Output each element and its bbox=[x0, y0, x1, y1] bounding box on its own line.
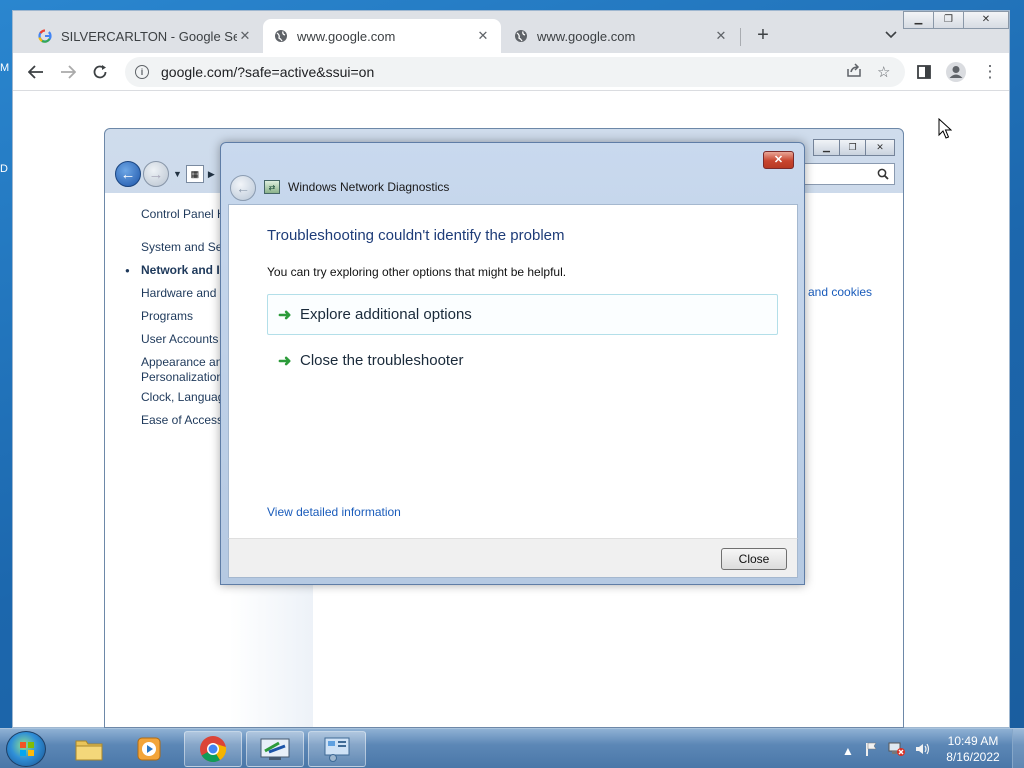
cookies-link[interactable]: and cookies bbox=[808, 285, 872, 299]
tab-close-icon[interactable]: ✕ bbox=[713, 28, 729, 44]
sidebar-item-user-accounts[interactable]: User Accounts bbox=[141, 332, 221, 347]
share-icon[interactable] bbox=[847, 63, 862, 81]
breadcrumb-arrow-icon[interactable]: ▶ bbox=[208, 169, 215, 180]
control-panel-icon[interactable] bbox=[308, 731, 366, 767]
control-panel-icon: ▦ bbox=[185, 165, 204, 183]
maximize-button[interactable]: ❐ bbox=[839, 139, 866, 156]
bookmark-star-icon[interactable]: ☆ bbox=[877, 63, 890, 81]
dialog-close-button[interactable]: ✕ bbox=[763, 151, 794, 169]
selected-bullet-icon: ● bbox=[125, 266, 130, 275]
profile-avatar-icon[interactable] bbox=[943, 59, 969, 85]
forward-arrow-icon[interactable] bbox=[55, 59, 81, 85]
kebab-menu-icon[interactable]: ⋮ bbox=[977, 59, 1003, 85]
sidebar-item-ease-of-access[interactable]: Ease of Access bbox=[141, 413, 221, 428]
action-center-flag-icon[interactable] bbox=[863, 741, 879, 760]
google-g-icon bbox=[37, 28, 53, 44]
sidebar-item-clock-language[interactable]: Clock, Languag bbox=[141, 390, 221, 405]
sidebar-item-appearance[interactable]: Appearance an bbox=[141, 355, 221, 370]
window-controls: ▁ ❐ ✕ bbox=[903, 11, 1009, 29]
desktop-icon-label[interactable]: M bbox=[0, 62, 9, 74]
search-icon bbox=[877, 168, 889, 180]
address-bar[interactable]: i google.com/?safe=active&ssui=on ☆ bbox=[125, 57, 905, 87]
sidebar-item-system-and-security[interactable]: System and Sec bbox=[141, 240, 221, 255]
tab-search-chevron-icon[interactable] bbox=[885, 28, 897, 42]
windows-logo-icon bbox=[20, 742, 34, 756]
control-panel-search-input[interactable] bbox=[803, 163, 895, 185]
dialog-description: You can try exploring other options that… bbox=[267, 265, 567, 279]
system-tray: ▲ bbox=[842, 741, 931, 760]
globe-icon bbox=[273, 28, 289, 44]
minimize-button[interactable]: ▁ bbox=[903, 11, 934, 29]
site-info-icon[interactable]: i bbox=[135, 65, 149, 79]
dialog-footer: Close bbox=[228, 538, 798, 578]
clock-time: 10:49 AM bbox=[947, 734, 999, 748]
taskbar-clock[interactable]: 10:49 AM 8/16/2022 bbox=[938, 733, 1008, 765]
show-desktop-button[interactable] bbox=[1012, 729, 1024, 768]
chevron-down-icon[interactable]: ▼ bbox=[173, 169, 182, 179]
green-arrow-icon: ➜ bbox=[278, 352, 292, 370]
start-button[interactable] bbox=[6, 731, 46, 767]
network-diagnostics-icon: ⇄ bbox=[264, 180, 280, 194]
control-panel-nav: ← → ▼ ▦ ▶ bbox=[115, 161, 219, 187]
show-hidden-icons-icon[interactable]: ▲ bbox=[842, 744, 854, 758]
minimize-button[interactable]: ▁ bbox=[813, 139, 840, 156]
side-panel-icon[interactable] bbox=[911, 59, 937, 85]
option-label: Explore additional options bbox=[300, 306, 472, 323]
green-arrow-icon: ➜ bbox=[278, 306, 292, 324]
sidebar-item-personalization[interactable]: Personalization bbox=[141, 370, 221, 385]
file-explorer-icon[interactable] bbox=[60, 731, 118, 767]
tab-title: www.google.com bbox=[537, 28, 636, 44]
url-text: google.com/?safe=active&ssui=on bbox=[161, 64, 375, 80]
tab-www-google-active[interactable]: www.google.com ✕ bbox=[263, 19, 501, 53]
volume-speaker-icon[interactable] bbox=[915, 742, 931, 759]
tab-title: SILVERCARLTON - Google Search bbox=[61, 28, 237, 44]
option-label: Close the troubleshooter bbox=[300, 352, 464, 369]
tab-www-google[interactable]: www.google.com ✕ bbox=[503, 19, 739, 53]
browser-toolbar: i google.com/?safe=active&ssui=on ☆ ⋮ bbox=[13, 53, 1009, 91]
dialog-content: Troubleshooting couldn't identify the pr… bbox=[228, 204, 798, 538]
close-troubleshooter-button[interactable]: ➜ Close the troubleshooter bbox=[267, 340, 778, 381]
clock-date: 8/16/2022 bbox=[946, 750, 1000, 764]
network-error-icon[interactable] bbox=[888, 741, 906, 760]
media-player-icon[interactable] bbox=[120, 731, 178, 767]
tab-title: www.google.com bbox=[297, 28, 396, 44]
new-tab-button[interactable]: + bbox=[753, 25, 773, 45]
tab-separator bbox=[740, 28, 741, 46]
tab-google-search[interactable]: SILVERCARLTON - Google Search ✕ bbox=[27, 19, 263, 53]
maximize-button[interactable]: ❐ bbox=[933, 11, 964, 29]
sidebar-item-control-panel-home[interactable]: Control Panel H bbox=[141, 207, 221, 222]
desktop-icon-label[interactable]: D bbox=[0, 163, 8, 175]
back-arrow-icon[interactable] bbox=[23, 59, 49, 85]
network-diagnostics-dialog: ✕ ← ⇄ Windows Network Diagnostics Troubl… bbox=[220, 142, 805, 585]
dialog-title: Windows Network Diagnostics bbox=[288, 180, 450, 194]
sidebar-item-hardware-and-sound[interactable]: Hardware and S bbox=[141, 286, 221, 301]
sidebar-item-programs[interactable]: Programs bbox=[141, 309, 221, 324]
network-diagnostics-icon[interactable] bbox=[246, 731, 304, 767]
tab-close-icon[interactable]: ✕ bbox=[475, 28, 491, 44]
tab-strip: SILVERCARLTON - Google Search ✕ www.goog… bbox=[13, 11, 1009, 53]
view-detailed-information-link[interactable]: View detailed information bbox=[267, 505, 401, 519]
taskbar: ▲ 10:49 AM 8/16/2022 bbox=[0, 728, 1024, 768]
chrome-icon[interactable] bbox=[184, 731, 242, 767]
dialog-heading: Troubleshooting couldn't identify the pr… bbox=[267, 227, 565, 244]
close-button[interactable]: Close bbox=[721, 548, 787, 570]
close-window-button[interactable]: ✕ bbox=[865, 139, 895, 156]
explore-additional-options-button[interactable]: ➜ Explore additional options bbox=[267, 294, 778, 335]
sidebar-item-network-and-internet[interactable]: Network and I bbox=[141, 263, 221, 278]
forward-arrow-icon[interactable]: → bbox=[143, 161, 169, 187]
back-arrow-icon[interactable]: ← bbox=[115, 161, 141, 187]
reload-icon[interactable] bbox=[87, 59, 113, 85]
close-window-button[interactable]: ✕ bbox=[963, 11, 1009, 29]
globe-icon bbox=[513, 28, 529, 44]
control-panel-window-controls: ▁ ❐ ✕ bbox=[813, 139, 895, 156]
tab-close-icon[interactable]: ✕ bbox=[237, 28, 253, 44]
back-arrow-icon[interactable]: ← bbox=[230, 175, 256, 201]
